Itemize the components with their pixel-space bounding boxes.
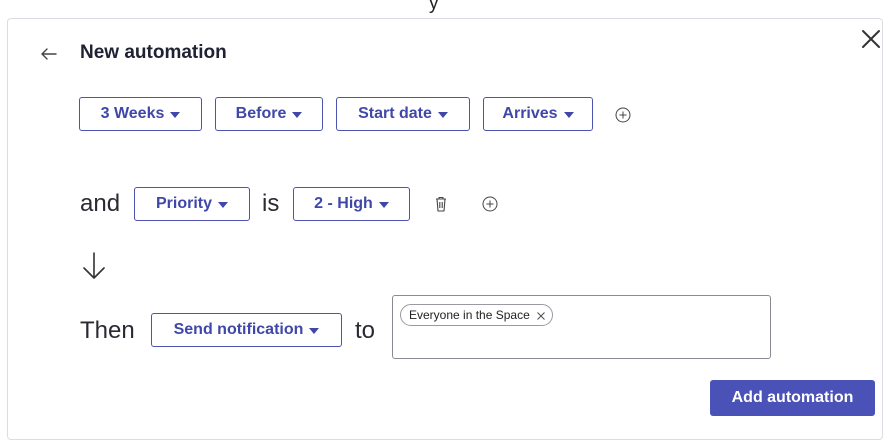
- action-dropdown-label: Send notification: [173, 321, 304, 338]
- recipient-chip-label: Everyone in the Space: [409, 308, 530, 322]
- duration-dropdown-label: 3 Weeks: [100, 105, 165, 122]
- recipients-input[interactable]: Everyone in the Space: [392, 295, 771, 359]
- partial-heading-text: y: [429, 0, 439, 14]
- condition-field-dropdown[interactable]: Priority: [134, 187, 250, 221]
- recipient-chip: Everyone in the Space: [400, 304, 553, 326]
- action-dropdown[interactable]: Send notification: [151, 313, 342, 347]
- relation-dropdown-label: Before: [235, 105, 287, 122]
- plus-circle-icon: [482, 196, 498, 212]
- close-icon: [862, 30, 880, 48]
- arrow-down-icon: [83, 252, 105, 279]
- caret-down-icon: [292, 112, 303, 118]
- recipient-connector: to: [355, 317, 376, 344]
- top-strip: y: [0, 0, 891, 18]
- condition-connector: and: [80, 190, 121, 217]
- date-field-dropdown-label: Start date: [358, 105, 432, 122]
- add-condition-button[interactable]: [482, 196, 498, 212]
- caret-down-icon: [170, 112, 181, 118]
- relation-dropdown[interactable]: Before: [215, 97, 323, 131]
- automation-dialog: [7, 18, 883, 440]
- trash-icon: [436, 196, 446, 212]
- date-field-dropdown[interactable]: Start date: [336, 97, 470, 131]
- duration-dropdown[interactable]: 3 Weeks: [79, 97, 202, 131]
- close-button[interactable]: [858, 26, 884, 52]
- arrow-left-icon: [41, 48, 57, 60]
- condition-operator: is: [262, 190, 280, 217]
- condition-value-label: 2 - High: [314, 195, 373, 212]
- add-automation-button[interactable]: Add automation: [710, 380, 875, 416]
- delete-condition-button[interactable]: [433, 195, 449, 213]
- caret-down-icon: [437, 112, 448, 118]
- plus-circle-icon: [615, 107, 631, 123]
- page-title: New automation: [80, 42, 227, 63]
- add-trigger-button[interactable]: [615, 107, 631, 123]
- caret-down-icon: [309, 328, 320, 334]
- close-icon: [536, 312, 545, 320]
- condition-field-label: Priority: [155, 195, 212, 212]
- condition-value-dropdown[interactable]: 2 - High: [293, 187, 410, 221]
- caret-down-icon: [563, 112, 574, 118]
- event-dropdown-label: Arrives: [502, 105, 558, 122]
- remove-recipient-button[interactable]: [536, 310, 546, 320]
- event-dropdown[interactable]: Arrives: [483, 97, 593, 131]
- action-connector: Then: [80, 317, 135, 344]
- caret-down-icon: [218, 202, 228, 208]
- flow-arrow: [81, 251, 107, 281]
- back-button[interactable]: [38, 44, 60, 64]
- caret-down-icon: [378, 202, 389, 208]
